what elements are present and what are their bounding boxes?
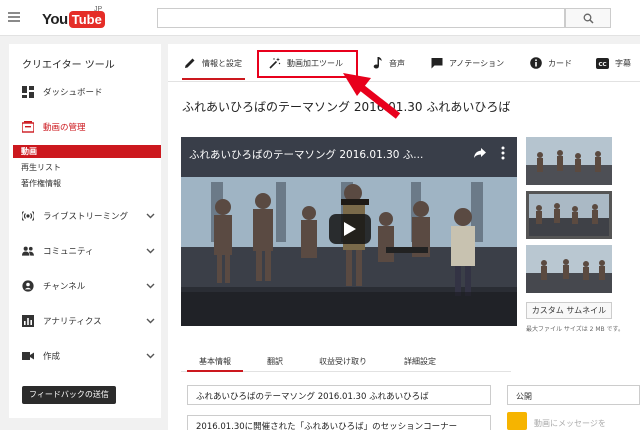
chevron-down-icon <box>146 248 155 254</box>
top-bar: You Tube JP <box>0 0 640 36</box>
thumbnail-image <box>529 194 609 236</box>
search-button[interactable] <box>565 8 611 28</box>
tab-subtitles[interactable]: CC 字幕 <box>596 54 631 72</box>
privacy-select[interactable]: 公開 <box>507 385 640 405</box>
sidebar-item-community[interactable]: コミュニティ <box>22 242 157 260</box>
subtab-translation[interactable]: 翻訳 <box>267 356 283 367</box>
channel-icon <box>22 280 34 292</box>
highlight-box <box>257 50 358 78</box>
thumbnail-size-note: 最大ファイル サイズは 2 MB です。 <box>526 326 624 333</box>
thumbnail-option-3[interactable] <box>526 245 612 293</box>
player-title: ふれあいひろばのテーマソング 2016.01.30 ふ... <box>189 149 424 161</box>
title-field[interactable]: ふれあいひろばのテーマソング 2016.01.30 ふれあいひろば <box>187 385 491 405</box>
tab-annotations[interactable]: アノテーション <box>431 54 504 72</box>
sidebar-subitem-playlists[interactable]: 再生リスト <box>13 161 161 174</box>
sidebar-item-create[interactable]: 作成 <box>22 347 157 365</box>
sidebar-item-label: ライブストリーミング <box>43 212 129 222</box>
logo-tube-text: Tube <box>68 10 105 28</box>
sidebar-item-label: コミュニティ <box>43 247 94 257</box>
sidebar-item-channel[interactable]: チャンネル <box>22 277 157 295</box>
tab-label: 情報と設定 <box>202 58 242 68</box>
play-button[interactable] <box>329 214 371 244</box>
tab-label: 音声 <box>389 58 405 68</box>
sidebar-subitem-videos[interactable]: 動画 <box>13 145 161 158</box>
sidebar-item-live-streaming[interactable]: ライブストリーミング <box>22 207 157 225</box>
dashboard-icon <box>22 86 34 98</box>
chevron-down-icon <box>146 353 155 359</box>
message-input[interactable]: 動画にメッセージを <box>534 418 606 429</box>
sidebar-item-label: ダッシュボード <box>43 88 103 98</box>
more-options-icon[interactable] <box>501 146 505 160</box>
analytics-icon <box>22 315 34 327</box>
community-icon <box>22 245 34 257</box>
sidebar-item-analytics[interactable]: アナリティクス <box>22 312 157 330</box>
sidebar-subitem-copyright[interactable]: 著作権情報 <box>13 177 161 190</box>
page-title: ふれあいひろばのテーマソング 2016.01.30 ふれあいひろば <box>182 100 511 114</box>
thumbnail-option-1[interactable] <box>526 137 612 185</box>
subtab-basic-info[interactable]: 基本情報 <box>199 356 231 367</box>
logo-you-text: You <box>42 10 68 28</box>
live-icon <box>22 210 34 222</box>
sidebar-item-video-manager[interactable]: 動画の管理 <box>22 118 157 136</box>
video-player[interactable]: ふれあいひろばのテーマソング 2016.01.30 ふ... <box>181 137 517 326</box>
sidebar-item-label: 作成 <box>43 352 61 362</box>
create-icon <box>22 350 34 362</box>
tab-label: 字幕 <box>615 58 631 68</box>
play-icon <box>344 222 356 236</box>
chevron-down-icon <box>146 283 155 289</box>
thumbnail-image <box>526 137 612 185</box>
tab-info-settings[interactable]: 情報と設定 <box>184 54 242 72</box>
search-icon <box>583 13 594 24</box>
video-manager-icon <box>22 121 34 133</box>
thumbnail-option-2[interactable] <box>526 191 612 239</box>
details-subtabs: 基本情報 翻訳 収益受け取り 詳細設定 <box>181 350 511 372</box>
tab-audio[interactable]: 音声 <box>373 54 405 72</box>
svg-text:CC: CC <box>598 61 606 67</box>
sidebar-item-label: 動画の管理 <box>43 123 86 133</box>
subtab-monetization[interactable]: 収益受け取り <box>319 356 367 367</box>
annotation-icon <box>431 57 443 69</box>
search-input[interactable] <box>157 8 565 28</box>
active-subtab-indicator <box>187 370 243 372</box>
cc-icon: CC <box>596 57 609 69</box>
sidebar-item-label: アナリティクス <box>43 317 102 327</box>
sidebar-item-dashboard[interactable]: ダッシュボード <box>22 83 157 101</box>
chevron-down-icon <box>146 318 155 324</box>
menu-icon[interactable] <box>8 12 20 22</box>
sidebar-title: クリエイター ツール <box>22 60 115 71</box>
music-note-icon <box>373 57 383 69</box>
active-tab-indicator <box>182 78 245 80</box>
subtab-advanced-settings[interactable]: 詳細設定 <box>404 356 436 367</box>
sidebar-item-label: チャンネル <box>43 282 86 292</box>
info-card-icon <box>530 57 542 69</box>
custom-thumbnail-button[interactable]: カスタム サムネイル <box>526 302 612 319</box>
logo-region: JP <box>94 6 103 13</box>
main-panel: 情報と設定 動画加工ツール 音声 アノテーション カード CC 字幕 ふれあいひ… <box>168 44 640 430</box>
youtube-logo[interactable]: You Tube JP <box>42 6 105 29</box>
pencil-icon <box>184 57 196 69</box>
avatar <box>507 412 527 430</box>
send-feedback-button[interactable]: フィードバックの送信 <box>22 386 116 404</box>
description-field[interactable]: 2016.01.30に開催された「ふれあいひろば」のセッションコーナー <box>187 415 491 430</box>
editor-tabs: 情報と設定 動画加工ツール 音声 アノテーション カード CC 字幕 <box>168 44 640 82</box>
tab-label: アノテーション <box>449 58 505 68</box>
thumbnail-image <box>526 245 612 293</box>
chevron-down-icon <box>146 213 155 219</box>
creator-sidebar: クリエイター ツール ダッシュボード 動画の管理 動画 再生リスト 著作権情報 … <box>9 44 161 418</box>
tab-cards[interactable]: カード <box>530 54 572 72</box>
share-icon[interactable] <box>473 146 487 160</box>
tab-label: カード <box>548 58 572 68</box>
